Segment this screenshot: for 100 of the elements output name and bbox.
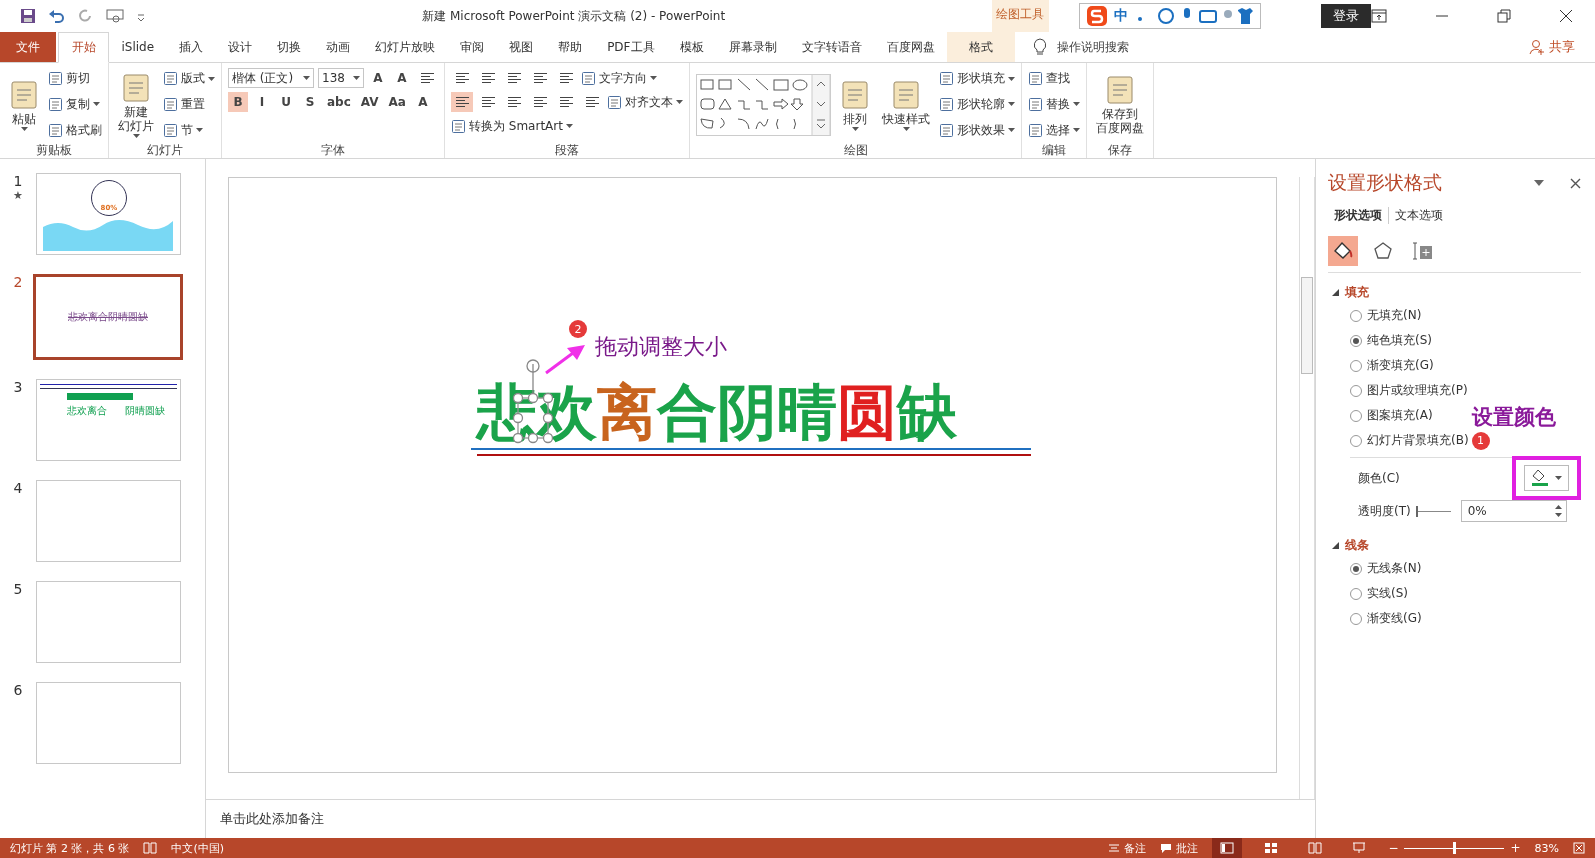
slide-thumbnail[interactable] [36,682,181,764]
ribbon-tab[interactable]: 屏幕录制 [716,32,789,62]
zoom-handle[interactable] [1453,842,1457,854]
slide-thumbnail[interactable] [36,480,181,562]
ribbon-button[interactable]: 新建 幻灯片 [115,71,157,138]
format-button[interactable]: abc [324,92,354,112]
login-button[interactable]: 登录 [1321,4,1371,28]
ribbon-button[interactable]: 版式 [163,68,215,90]
shapes-gallery[interactable] [696,73,831,136]
ribbon-tab[interactable]: 幻灯片放映 [362,32,448,62]
section-header[interactable]: 填充 [1328,281,1369,303]
option-label[interactable]: 渐变填充(G) [1367,357,1434,374]
ribbon-button[interactable]: 剪切 [48,68,102,90]
font-dropdown[interactable]: 楷体 (正文) [228,68,314,88]
format-button[interactable]: B [228,92,248,112]
ribbon-tab[interactable]: PDF工具 [594,32,667,62]
pane-icon-tab[interactable] [1328,236,1358,266]
radio-button[interactable] [1350,587,1362,600]
ribbon-button[interactable]: 替换 [1028,94,1080,115]
restore-icon[interactable] [1497,9,1511,23]
transparency-field[interactable]: 0% [1460,500,1567,522]
option-label[interactable]: 实线(S) [1367,585,1408,602]
ribbon-tab[interactable]: 动画 [313,32,363,62]
pane-tab[interactable]: 形状选项 [1328,207,1389,224]
save-icon[interactable] [20,8,36,24]
format-button[interactable]: S [300,92,320,112]
ribbon-button[interactable]: 形状轮廓 [939,94,1015,115]
paragraph-button[interactable] [451,92,473,112]
zoom-in-button[interactable]: + [1510,841,1521,855]
fit-window-icon[interactable] [1573,842,1585,854]
format-button[interactable]: AV [357,92,382,112]
ribbon-tab[interactable]: 百度网盘 [874,32,947,62]
ribbon-tab[interactable]: 文字转语音 [789,32,874,62]
pane-tab[interactable]: 文本选项 [1389,207,1449,224]
radio-button[interactable] [1350,434,1362,447]
ribbon-button[interactable]: 快速样式 [879,78,933,131]
slide-thumbnail[interactable] [36,581,181,663]
notes-button[interactable]: 备注 [1108,840,1147,856]
option-label[interactable]: 渐变线(G) [1367,610,1422,627]
undo-icon[interactable] [48,8,66,24]
ribbon-button[interactable]: 重置 [163,94,215,115]
option-label[interactable]: 图案填充(A) [1367,407,1433,424]
format-button[interactable]: Aa [385,92,409,112]
radio-button[interactable] [1350,612,1362,625]
color-picker-button[interactable] [1524,465,1569,491]
radio-button[interactable] [1350,309,1362,322]
zoom-out-button[interactable]: − [1388,841,1399,855]
ribbon-tab[interactable]: 帮助 [545,32,595,62]
radio-button[interactable] [1350,409,1362,422]
ime-mode-label[interactable]: 中 [1114,7,1128,25]
comments-button[interactable]: 批注 [1160,840,1199,856]
notes-placeholder[interactable]: 单击此处添加备注 [220,810,324,828]
option-label[interactable]: 无线条(N) [1367,560,1422,577]
format-button[interactable]: A [368,68,388,88]
ribbon-button[interactable]: 粘贴 [6,78,42,131]
ribbon-tab[interactable]: 视图 [496,32,546,62]
scrollbar[interactable] [1299,177,1315,799]
ribbon-tab[interactable]: iSlide [109,32,167,62]
ribbon-tab[interactable]: 审阅 [447,32,497,62]
ribbon-button[interactable]: 排列 [837,78,873,131]
ribbon-tab[interactable]: 插入 [166,32,216,62]
share-button[interactable]: 共享 [1529,38,1575,56]
option-label[interactable]: 图片或纹理填充(P) [1367,382,1468,399]
format-button[interactable]: I [252,92,272,112]
option-label[interactable]: 无填充(N) [1367,307,1422,324]
ribbon-button[interactable]: 格式刷 [48,119,102,141]
tell-me-search-field[interactable]: 操作说明搜索 [1055,39,1169,55]
ribbon-button[interactable]: 选择 [1028,119,1080,141]
ribbon-button[interactable]: 查找 [1028,68,1080,90]
ribbon-button[interactable]: 复制 [48,94,102,115]
ribbon-tab[interactable]: 开始 [58,32,109,63]
radio-button[interactable] [1350,384,1362,397]
format-button[interactable]: A [412,92,433,112]
radio-button[interactable] [1350,334,1362,347]
ribbon-button[interactable]: 形状填充 [939,68,1015,90]
slider-handle[interactable] [1415,505,1418,517]
language-label[interactable]: 中文(中国) [171,840,225,856]
file-tab[interactable]: 文件 [0,32,56,62]
caret-icon[interactable] [1534,180,1544,186]
close-icon[interactable] [1559,9,1573,23]
ime-toolbar[interactable]: 中 [1079,3,1261,29]
presentation-icon[interactable] [106,8,124,24]
ribbon-button[interactable]: 文字方向 [581,67,657,89]
radio-button[interactable] [1350,562,1362,575]
ribbon-button[interactable]: 形状效果 [939,119,1015,141]
ribbon-display-icon[interactable] [1371,9,1387,23]
ribbon-tab[interactable]: 格式 [947,32,1015,62]
ribbon-button[interactable]: 转换为 SmartArt [451,115,573,137]
font-dropdown[interactable]: 138 [318,68,364,88]
slide-thumbnail[interactable]: 悲欢离合阴晴圆缺 [33,274,183,360]
close-icon[interactable] [1570,177,1581,189]
format-button[interactable]: U [276,92,296,112]
ribbon-button[interactable]: 节 [163,119,215,141]
format-button[interactable]: A [392,68,412,88]
section-header[interactable]: 线条 [1328,534,1369,556]
zoom-level[interactable]: 83% [1534,841,1559,855]
ribbon-tab[interactable]: 切换 [264,32,314,62]
option-label[interactable]: 纯色填充(S) [1367,332,1432,349]
option-label[interactable]: 幻灯片背景填充(B) [1367,432,1469,449]
ribbon-tab[interactable]: 设计 [215,32,265,62]
